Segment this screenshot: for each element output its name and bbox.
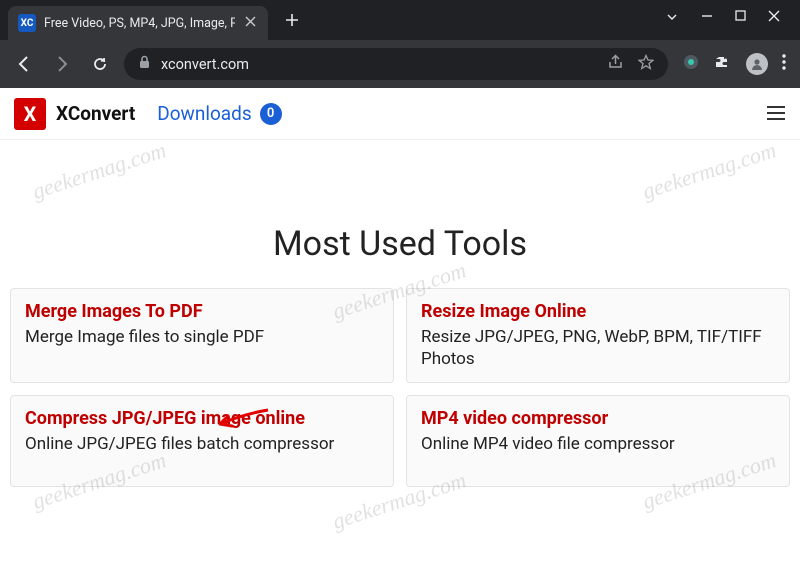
window-close-icon[interactable] bbox=[768, 10, 780, 24]
reload-button[interactable] bbox=[86, 50, 114, 78]
extension-icon-1[interactable] bbox=[682, 53, 700, 75]
titlebar: XC Free Video, PS, MP4, JPG, Image, PDF … bbox=[0, 0, 800, 40]
tools-grid: Merge Images To PDF Merge Image files to… bbox=[0, 288, 800, 487]
site-header: X XConvert Downloads 0 bbox=[0, 88, 800, 140]
site-menu-icon[interactable] bbox=[766, 102, 786, 126]
profile-avatar[interactable] bbox=[746, 53, 768, 75]
section-title: Most Used Tools bbox=[0, 224, 800, 264]
page-content: X XConvert Downloads 0 Most Used Tools M… bbox=[0, 88, 800, 586]
site-logo[interactable]: X bbox=[14, 98, 46, 130]
watermark: geekermag.com bbox=[639, 137, 779, 205]
tool-card-mp4-compressor[interactable]: MP4 video compressor Online MP4 video fi… bbox=[406, 395, 790, 487]
back-button[interactable] bbox=[10, 50, 38, 78]
tool-card-compress-jpg[interactable]: Compress JPG/JPEG image online Online JP… bbox=[10, 395, 394, 487]
browser-menu-icon[interactable] bbox=[782, 54, 786, 75]
tool-card-desc: Merge Image files to single PDF bbox=[25, 326, 379, 348]
window-minimize-icon[interactable] bbox=[701, 10, 713, 24]
tool-card-title: Merge Images To PDF bbox=[25, 301, 379, 322]
tool-card-resize-image-online[interactable]: Resize Image Online Resize JPG/JPEG, PNG… bbox=[406, 288, 790, 383]
downloads-label: Downloads bbox=[157, 102, 251, 125]
tool-card-merge-images-to-pdf[interactable]: Merge Images To PDF Merge Image files to… bbox=[10, 288, 394, 383]
bookmark-star-icon[interactable] bbox=[638, 54, 654, 74]
browser-tab[interactable]: XC Free Video, PS, MP4, JPG, Image, PDF … bbox=[8, 6, 268, 40]
window-dropdown-icon[interactable] bbox=[665, 10, 679, 24]
share-icon[interactable] bbox=[607, 54, 624, 74]
extensions-puzzle-icon[interactable] bbox=[714, 53, 732, 75]
browser-toolbar: xconvert.com bbox=[0, 40, 800, 88]
downloads-count-badge: 0 bbox=[260, 103, 282, 125]
forward-button[interactable] bbox=[48, 50, 76, 78]
url-text: xconvert.com bbox=[161, 56, 249, 73]
window-maximize-icon[interactable] bbox=[735, 10, 746, 24]
address-bar[interactable]: xconvert.com bbox=[124, 48, 668, 80]
new-tab-button[interactable] bbox=[278, 6, 306, 34]
window-controls bbox=[665, 0, 800, 24]
tool-card-title: MP4 video compressor bbox=[421, 408, 775, 429]
tool-card-title: Compress JPG/JPEG image online bbox=[25, 408, 379, 429]
tool-card-desc: Online MP4 video file compressor bbox=[421, 433, 775, 455]
tab-title: Free Video, PS, MP4, JPG, Image, PDF an bbox=[44, 16, 235, 31]
downloads-link[interactable]: Downloads 0 bbox=[157, 102, 281, 125]
tool-card-desc: Online JPG/JPEG files batch compressor bbox=[25, 433, 379, 455]
tab-close-icon[interactable] bbox=[243, 13, 258, 33]
watermark: geekermag.com bbox=[29, 137, 169, 205]
tool-card-title: Resize Image Online bbox=[421, 301, 775, 322]
tab-favicon: XC bbox=[18, 14, 36, 32]
site-name: XConvert bbox=[56, 102, 135, 125]
lock-icon bbox=[138, 55, 151, 73]
tool-card-desc: Resize JPG/JPEG, PNG, WebP, BPM, TIF/TIF… bbox=[421, 326, 775, 370]
